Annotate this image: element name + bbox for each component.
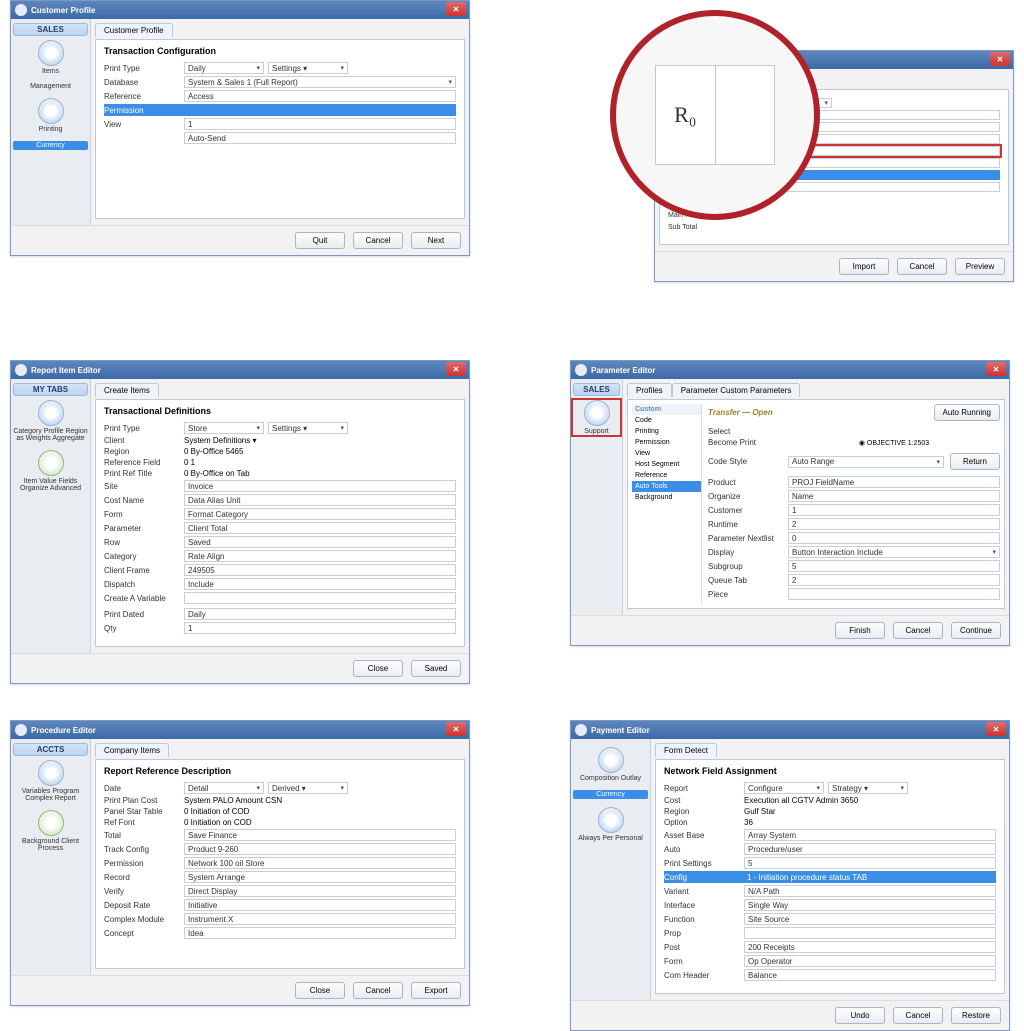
sidebar-item[interactable]: Variables Program Complex Report [13,760,88,802]
section-header: Transaction Configuration [104,46,456,56]
app-icon [15,4,27,16]
sidebar-item-highlighted[interactable]: Support [573,400,620,435]
quit-button[interactable]: Quit [295,232,345,249]
window-panel3: Report Item Editor✕ MY TABS Category Pro… [10,360,470,684]
field-autosend[interactable]: Auto-Send [184,132,456,144]
selected-row-config[interactable]: 1 - Initiation procedure status TAB [744,871,996,883]
tab[interactable]: Form Detect [655,743,717,757]
export-button[interactable]: Export [411,982,461,999]
tab-profiles[interactable]: Profiles [627,383,672,397]
close-button[interactable]: Close [295,982,345,999]
sidebar-item[interactable]: Composition Outlay [573,747,648,782]
close-icon[interactable]: ✕ [446,362,466,376]
subnav-item[interactable]: View [632,448,701,459]
combo-print-type[interactable]: Daily [184,62,264,74]
sidebar-item[interactable]: Items [13,40,88,75]
combo-database[interactable]: System & Sales 1 (Full Report) [184,76,456,88]
save-button[interactable]: Saved [411,660,461,677]
sidebar-item-currency[interactable]: Currency [13,141,88,150]
import-button[interactable]: Import [839,258,889,275]
window-panel4: Parameter Editor✕ SALES Support Profiles… [570,360,1010,646]
sidebar-item[interactable]: Management [13,83,88,90]
close-icon[interactable]: ✕ [446,2,466,16]
subnav-item[interactable]: Host Segment [632,459,701,470]
sidebar: SALES Items Management Printing Currency [11,19,91,225]
app-icon [575,364,587,376]
sidebar-item[interactable]: Always Per Personal [573,807,648,842]
window-panel5: Procedure Editor✕ ACCTS Variables Progra… [10,720,470,1006]
close-button[interactable]: Close [353,660,403,677]
subnav-item[interactable]: Printing [632,426,701,437]
window-title: Parameter Editor [591,366,655,375]
sidebar-item[interactable]: Item Value Fields Organize Advanced [13,450,88,492]
window-title: Procedure Editor [31,726,96,735]
titlebar: Customer Profile ✕ [11,1,469,19]
sub-nav: Custom Code Printing Permission View Hos… [632,404,702,602]
section-label: Transfer — Open [708,408,773,417]
subnav-item[interactable]: Code [632,415,701,426]
mag-text-left: R₀ [656,66,716,164]
sidebar-item[interactable]: Printing [13,98,88,133]
sidebar-item[interactable]: Category Profile Region as Weights Aggre… [13,400,88,442]
close-icon[interactable]: ✕ [986,362,1006,376]
magnifier-callout: R₀ [610,10,820,220]
subnav-item[interactable]: Reference [632,470,701,481]
autorun-button[interactable]: Auto Running [934,404,1000,421]
magnified-button: R₀ [655,65,775,165]
tab[interactable]: Customer Profile [95,23,173,37]
cancel-button[interactable]: Cancel [893,1007,943,1024]
undo-button[interactable]: Undo [835,1007,885,1024]
tab[interactable]: Create Items [95,383,159,397]
close-icon[interactable]: ✕ [986,722,1006,736]
close-icon[interactable]: ✕ [446,722,466,736]
window-title: Customer Profile [31,6,95,15]
next-button[interactable]: Next [411,232,461,249]
field-permission[interactable] [184,104,456,116]
field-view[interactable]: 1 [184,118,456,130]
close-icon[interactable]: ✕ [990,52,1010,66]
sidebar-header: SALES [13,23,88,36]
subnav-item[interactable]: Permission [632,437,701,448]
subnav-item-selected[interactable]: Auto Tools [632,481,701,492]
finish-button[interactable]: Finish [835,622,885,639]
window-title: Payment Editor [591,726,650,735]
tab[interactable]: Company Items [95,743,169,757]
window-title: Report Item Editor [31,366,101,375]
code-style-combo[interactable]: Auto Range [788,456,944,468]
preview-button[interactable]: Preview [955,258,1005,275]
sidebar-item[interactable]: Background Client Process [13,810,88,852]
app-icon [15,364,27,376]
cancel-button[interactable]: Cancel [893,622,943,639]
field-reference[interactable]: Access [184,90,456,102]
restore-button[interactable]: Restore [951,1007,1001,1024]
cancel-button[interactable]: Cancel [353,232,403,249]
sidebar-item-currency[interactable]: Currency [573,790,648,799]
window-panel6: Payment Editor ✕ Composition Outlay Curre… [570,720,1010,1031]
tab-parameters[interactable]: Parameter Custom Parameters [672,383,801,397]
subnav-item[interactable]: Background [632,492,701,503]
window-panel1: Customer Profile ✕ SALES Items Managemen… [10,0,470,256]
cancel-button[interactable]: Cancel [897,258,947,275]
return-button[interactable]: Return [950,453,1000,470]
cancel-button[interactable]: Cancel [353,982,403,999]
continue-button[interactable]: Continue [951,622,1001,639]
combo-settings[interactable]: Settings ▾ [268,62,348,74]
